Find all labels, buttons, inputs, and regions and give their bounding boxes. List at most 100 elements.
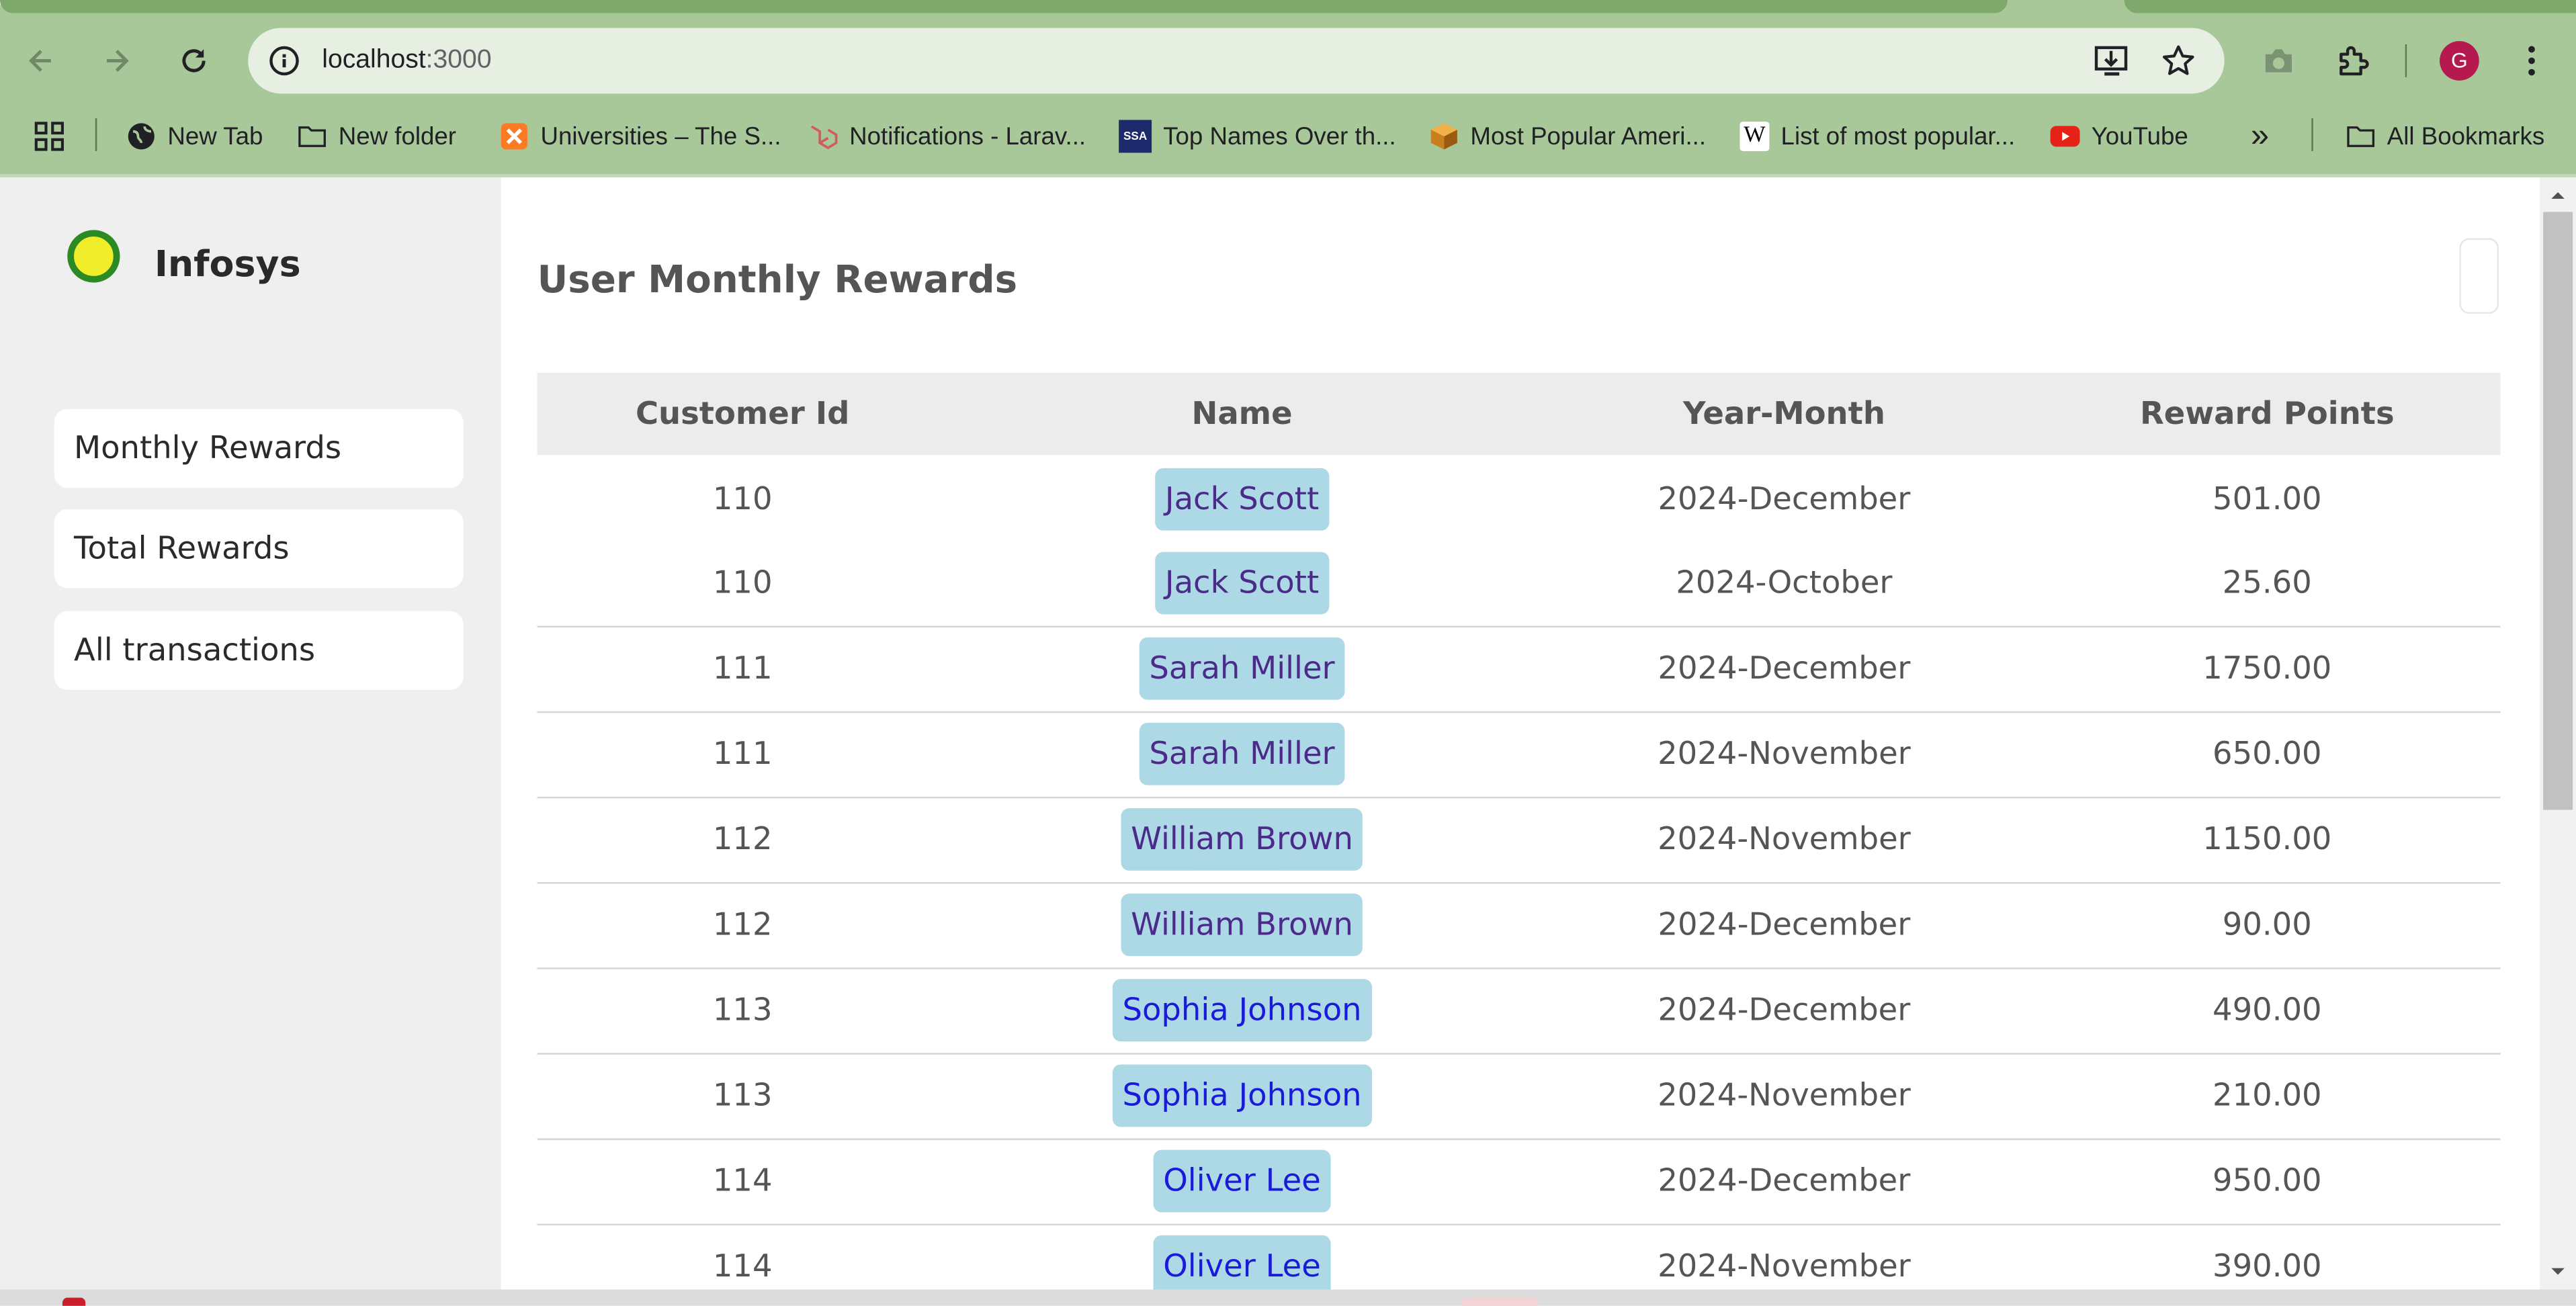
back-button[interactable] xyxy=(16,36,65,85)
logo-icon xyxy=(67,230,120,283)
youtube-icon xyxy=(2050,122,2080,151)
bookmarks-divider xyxy=(2311,118,2313,151)
reload-button[interactable] xyxy=(169,36,218,85)
extensions-button[interactable] xyxy=(2331,40,2374,83)
tab-strip xyxy=(0,0,2008,13)
reward-points-cell: 1150.00 xyxy=(2202,821,2332,858)
brand-name: Infosys xyxy=(154,245,301,286)
forward-button[interactable] xyxy=(92,36,141,85)
bookmark-youtube[interactable]: YouTube xyxy=(2050,118,2188,155)
browser-menu-button[interactable] xyxy=(2510,40,2553,83)
screenshot-button[interactable] xyxy=(2258,40,2301,83)
address-bar[interactable] xyxy=(248,28,2225,94)
column-header-customer-id: Customer Id xyxy=(635,396,850,433)
reward-points-cell: 1750.00 xyxy=(2202,650,2332,687)
table-row: 110 Jack Scott 2024-October 25.60 xyxy=(537,540,2501,628)
year-month-cell: 2024-November xyxy=(1658,1078,1911,1114)
reward-points-cell: 90.00 xyxy=(2222,906,2312,943)
apps-button[interactable] xyxy=(33,118,66,155)
year-month-cell: 2024-December xyxy=(1658,481,1911,518)
folder-icon xyxy=(298,122,327,151)
puzzle-icon xyxy=(2339,46,2369,76)
sidebar-item-total-rewards[interactable]: Total Rewards xyxy=(54,509,464,589)
column-header-name: Name xyxy=(1191,396,1293,433)
bookmarks-divider xyxy=(95,118,97,151)
star-icon xyxy=(2162,45,2194,75)
bookmark-label: New Tab xyxy=(167,122,263,150)
tab-strip-right xyxy=(2124,0,2576,13)
bookmark-star-button[interactable] xyxy=(2157,40,2200,83)
kebab-menu-icon xyxy=(2528,46,2535,76)
scroll-up-icon[interactable] xyxy=(2548,185,2567,205)
customer-id-cell: 110 xyxy=(712,565,773,601)
url-text[interactable]: localhost:3000 xyxy=(322,43,491,79)
table-row: 110 Jack Scott 2024-December 501.00 xyxy=(538,457,2501,542)
customer-id-cell: 112 xyxy=(712,821,773,858)
taskbar-item[interactable] xyxy=(1462,1297,1538,1306)
ssa-icon-text: SSA xyxy=(1123,130,1148,142)
year-month-cell: 2024-December xyxy=(1658,650,1911,687)
column-header-year-month: Year-Month xyxy=(1682,396,1885,433)
site-info-icon[interactable] xyxy=(266,43,302,79)
table-row: 112 William Brown 2024-November 1150.00 xyxy=(537,797,2501,884)
table-row: 114 Oliver Lee 2024-December 950.00 xyxy=(537,1138,2501,1226)
arrow-left-icon xyxy=(28,50,51,72)
customer-name-button[interactable]: Sophia Johnson xyxy=(1112,979,1372,1042)
toolbar-divider xyxy=(2405,44,2407,77)
screen: localhost:3000 G New Tab New folder Univ… xyxy=(0,0,2576,1306)
year-month-cell: 2024-December xyxy=(1658,1163,1911,1199)
year-month-cell: 2024-November xyxy=(1658,821,1911,858)
customer-name-button[interactable]: Sarah Miller xyxy=(1139,722,1345,785)
taskbar-item[interactable] xyxy=(62,1297,86,1306)
customer-name-button[interactable]: Sarah Miller xyxy=(1139,637,1345,700)
year-month-cell: 2024-November xyxy=(1658,736,1911,773)
reward-points-cell: 650.00 xyxy=(2213,736,2322,773)
bookmark-most-popular[interactable]: Most Popular Ameri... xyxy=(1429,118,1706,155)
header-action-button[interactable] xyxy=(2459,238,2499,314)
year-month-cell: 2024-December xyxy=(1658,992,1911,1029)
bookmark-label: Most Popular Ameri... xyxy=(1470,122,1707,150)
bookmarks-overflow-button[interactable]: » xyxy=(2251,118,2269,155)
customer-name-button[interactable]: William Brown xyxy=(1121,808,1363,871)
apps-grid-icon xyxy=(34,122,64,151)
url-host: localhost xyxy=(322,46,426,75)
customer-name-button[interactable]: Jack Scott xyxy=(1155,468,1329,531)
bookmark-label: List of most popular... xyxy=(1780,122,2016,150)
bookmark-notifications-laravel[interactable]: Notifications - Larav... xyxy=(808,118,1086,155)
customer-name-button[interactable]: William Brown xyxy=(1121,894,1363,957)
camera-icon xyxy=(2265,49,2292,73)
bookmark-label: Top Names Over th... xyxy=(1163,122,1396,150)
customer-id-cell: 110 xyxy=(712,481,773,518)
bookmark-label: Universities – The S... xyxy=(540,122,781,150)
customer-name-button[interactable]: Jack Scott xyxy=(1155,552,1329,615)
bookmark-new-tab[interactable]: New Tab xyxy=(126,118,263,155)
bookmark-wikipedia[interactable]: W List of most popular... xyxy=(1740,118,2015,155)
url-port: :3000 xyxy=(425,46,492,75)
table-row: 111 Sarah Miller 2024-December 1750.00 xyxy=(537,626,2501,713)
scrollbar-thumb[interactable] xyxy=(2543,212,2573,810)
year-month-cell: 2024-December xyxy=(1658,906,1911,943)
sidebar-item-monthly-rewards[interactable]: Monthly Rewards xyxy=(54,408,464,488)
bookmark-universities[interactable]: Universities – The S... xyxy=(499,118,781,155)
customer-name-button[interactable]: Oliver Lee xyxy=(1153,1235,1331,1298)
all-bookmarks-label: All Bookmarks xyxy=(2387,122,2545,150)
table-row: 113 Sophia Johnson 2024-November 210.00 xyxy=(537,1053,2501,1140)
install-app-button[interactable] xyxy=(2092,40,2135,83)
customer-name-button[interactable]: Oliver Lee xyxy=(1153,1149,1331,1213)
reward-points-cell: 25.60 xyxy=(2222,565,2312,601)
bookmark-top-names[interactable]: SSA Top Names Over th... xyxy=(1119,118,1396,155)
bookmark-new-folder[interactable]: New folder xyxy=(298,118,456,155)
ssa-icon: SSA xyxy=(1119,120,1152,153)
customer-id-cell: 112 xyxy=(712,906,773,943)
customer-name-button[interactable]: Sophia Johnson xyxy=(1112,1064,1372,1127)
profile-avatar[interactable]: G xyxy=(2440,41,2479,81)
sidebar-item-all-transactions[interactable]: All transactions xyxy=(54,611,464,690)
table-row: 112 William Brown 2024-December 90.00 xyxy=(537,882,2501,969)
arrow-right-icon xyxy=(106,50,129,72)
taskbar xyxy=(0,1289,2576,1306)
table-header: Customer Id Name Year-Month Reward Point… xyxy=(537,373,2501,455)
bookmark-label: YouTube xyxy=(2091,122,2188,150)
customer-id-cell: 111 xyxy=(712,736,773,773)
all-bookmarks-button[interactable]: All Bookmarks xyxy=(2346,118,2545,155)
scroll-down-icon[interactable] xyxy=(2548,1262,2567,1281)
